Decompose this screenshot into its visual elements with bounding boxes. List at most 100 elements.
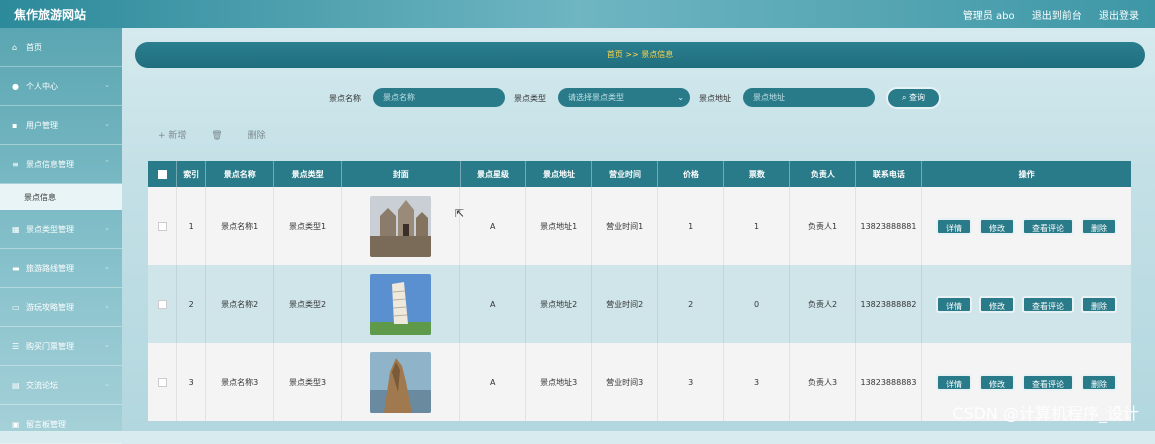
type-label: 景点类型 — [514, 94, 546, 103]
scenic-type-select[interactable]: 请选择景点类型 ⌄ — [558, 88, 690, 107]
chevron-up-icon: ⌃ — [104, 159, 110, 167]
watermark: CSDN @计算机程序_设计 — [952, 404, 1139, 423]
detail-button[interactable]: 详情 — [935, 217, 972, 235]
col-name: 景点名称 — [206, 161, 275, 187]
cell-cover — [342, 265, 461, 343]
top-right-links: 管理员 abo 退出到前台 退出登录 — [949, 7, 1139, 22]
scenic-name-input[interactable]: 景点名称 — [373, 88, 505, 107]
scenic-address-input[interactable]: 景点地址 — [743, 88, 875, 107]
row-delete-button[interactable]: 删除 — [1080, 217, 1117, 235]
edit-button[interactable]: 修改 — [978, 217, 1015, 235]
cell-actions: 详情 修改 查看评论 删除 — [922, 187, 1131, 265]
col-type: 景点类型 — [274, 161, 343, 187]
cell-type: 景点类型3 — [274, 343, 342, 421]
col-hours: 营业时间 — [592, 161, 659, 187]
col-cover: 封面 — [342, 161, 461, 187]
col-address: 景点地址 — [526, 161, 593, 187]
edit-button[interactable]: 修改 — [978, 373, 1015, 391]
cell-tickets: 3 — [724, 343, 791, 421]
search-icon: ⌕ — [901, 93, 910, 102]
sidebar-item-label: 游玩攻略管理 — [26, 302, 74, 312]
query-button[interactable]: ⌕ 查询 — [886, 87, 941, 109]
select-all-checkbox[interactable] — [157, 169, 167, 179]
row-checkbox[interactable] — [157, 299, 167, 309]
cell-tickets: 0 — [724, 265, 791, 343]
cell-hours: 营业时间2 — [592, 265, 659, 343]
view-comments-button[interactable]: 查看评论 — [1021, 295, 1074, 313]
cell-address: 景点地址1 — [526, 187, 593, 265]
sidebar-subitem-scenic-info[interactable]: 景点信息 — [0, 184, 122, 210]
cell-price: 2 — [658, 265, 725, 343]
app-title: 焦作旅游网站 — [14, 8, 87, 22]
sidebar-item-label: 用户管理 — [26, 120, 58, 130]
delete-button[interactable]: 🗑 删除 — [211, 131, 287, 141]
top-bar: 焦作旅游网站 管理员 abo 退出到前台 退出登录 — [0, 0, 1155, 28]
exit-to-front-link[interactable]: 退出到前台 — [1032, 11, 1082, 22]
search-bar: 景点名称 景点名称 景点类型 请选择景点类型 ⌄ 景点地址 景点地址 ⌕ 查询 — [0, 87, 1155, 109]
cell-owner: 负责人3 — [790, 343, 857, 421]
sidebar-item-label: 首页 — [26, 42, 42, 52]
table-header: 索引 景点名称 景点类型 封面 景点星级 景点地址 营业时间 价格 票数 负责人… — [148, 161, 1131, 187]
cover-image-cliff — [370, 351, 432, 413]
view-comments-button[interactable]: 查看评论 — [1021, 373, 1074, 391]
cell-address: 景点地址2 — [526, 265, 593, 343]
cell-owner: 负责人1 — [790, 187, 857, 265]
sidebar-item-routes[interactable]: ▬ 旅游路线管理 ⌄ — [0, 249, 122, 288]
admin-label: 管理员 abo — [962, 11, 1015, 22]
sidebar-item-label: 旅游路线管理 — [26, 263, 74, 273]
sidebar-item-tickets[interactable]: ☰ 购买门票管理 ⌄ — [0, 327, 122, 366]
cell-index: 1 — [177, 187, 207, 265]
cell-hours: 营业时间3 — [592, 343, 659, 421]
cell-actions: 详情 修改 查看评论 删除 — [922, 265, 1131, 343]
chevron-down-icon: ⌄ — [104, 263, 110, 271]
sidebar-item-scenic-info[interactable]: ≡ 景点信息管理 ⌃ — [0, 145, 122, 184]
sidebar-item-forum[interactable]: ▤ 交流论坛 ⌄ — [0, 366, 122, 405]
forum-icon: ▤ — [12, 380, 20, 390]
cell-tickets: 1 — [724, 187, 791, 265]
sliders-icon: ≡ — [12, 159, 19, 169]
sidebar-item-label: 留言板管理 — [26, 419, 66, 429]
view-comments-button[interactable]: 查看评论 — [1021, 217, 1074, 235]
col-owner: 负责人 — [790, 161, 857, 187]
cover-image-castle — [370, 195, 432, 257]
logout-link[interactable]: 退出登录 — [1099, 11, 1139, 22]
home-icon: ⌂ — [12, 42, 18, 52]
row-checkbox[interactable] — [157, 377, 167, 387]
detail-button[interactable]: 详情 — [935, 373, 972, 391]
sidebar-item-guides[interactable]: ▭ 游玩攻略管理 ⌄ — [0, 288, 122, 327]
chevron-down-icon: ⌄ — [104, 302, 110, 310]
cell-star: A — [460, 343, 527, 421]
cell-phone: 13823888881 — [856, 187, 922, 265]
cell-name: 景点名称1 — [206, 187, 275, 265]
cell-price: 1 — [658, 187, 725, 265]
cell-index: 3 — [177, 343, 207, 421]
edit-button[interactable]: 修改 — [978, 295, 1015, 313]
sidebar-item-label: 交流论坛 — [26, 380, 58, 390]
mouse-cursor-icon: ⇱ — [455, 207, 465, 220]
name-label: 景点名称 — [329, 94, 361, 103]
cell-name: 景点名称2 — [206, 265, 275, 343]
sidebar-item-home[interactable]: ⌂ 首页 — [0, 28, 122, 67]
row-checkbox[interactable] — [157, 221, 167, 231]
col-tickets: 票数 — [724, 161, 791, 187]
sidebar-item-scenic-type[interactable]: ▦ 景点类型管理 ⌄ — [0, 210, 122, 249]
col-price: 价格 — [658, 161, 725, 187]
detail-button[interactable]: 详情 — [935, 295, 972, 313]
sidebar-item-messages[interactable]: ▣ 留言板管理 — [0, 405, 122, 444]
row-delete-button[interactable]: 删除 — [1080, 373, 1117, 391]
cell-name: 景点名称3 — [206, 343, 275, 421]
grid-icon: ▦ — [12, 224, 20, 234]
row-delete-button[interactable]: 删除 — [1080, 295, 1117, 313]
scenic-table: 索引 景点名称 景点类型 封面 景点星级 景点地址 营业时间 价格 票数 负责人… — [148, 161, 1131, 421]
col-actions: 操作 — [1018, 169, 1035, 179]
type-select-placeholder: 请选择景点类型 — [568, 93, 624, 102]
cell-type: 景点类型1 — [274, 187, 342, 265]
col-phone: 联系电话 — [856, 161, 923, 187]
col-index: 索引 — [177, 161, 207, 187]
cell-phone: 13823888882 — [856, 265, 922, 343]
add-button[interactable]: + 新增 — [158, 131, 186, 141]
chevron-down-icon: ⌄ — [677, 93, 684, 102]
breadcrumb: 首页 >> 景点信息 — [135, 42, 1145, 68]
sidebar-item-users[interactable]: ▪ 用户管理 ⌄ — [0, 106, 122, 145]
sidebar-item-label: 景点类型管理 — [26, 224, 74, 234]
